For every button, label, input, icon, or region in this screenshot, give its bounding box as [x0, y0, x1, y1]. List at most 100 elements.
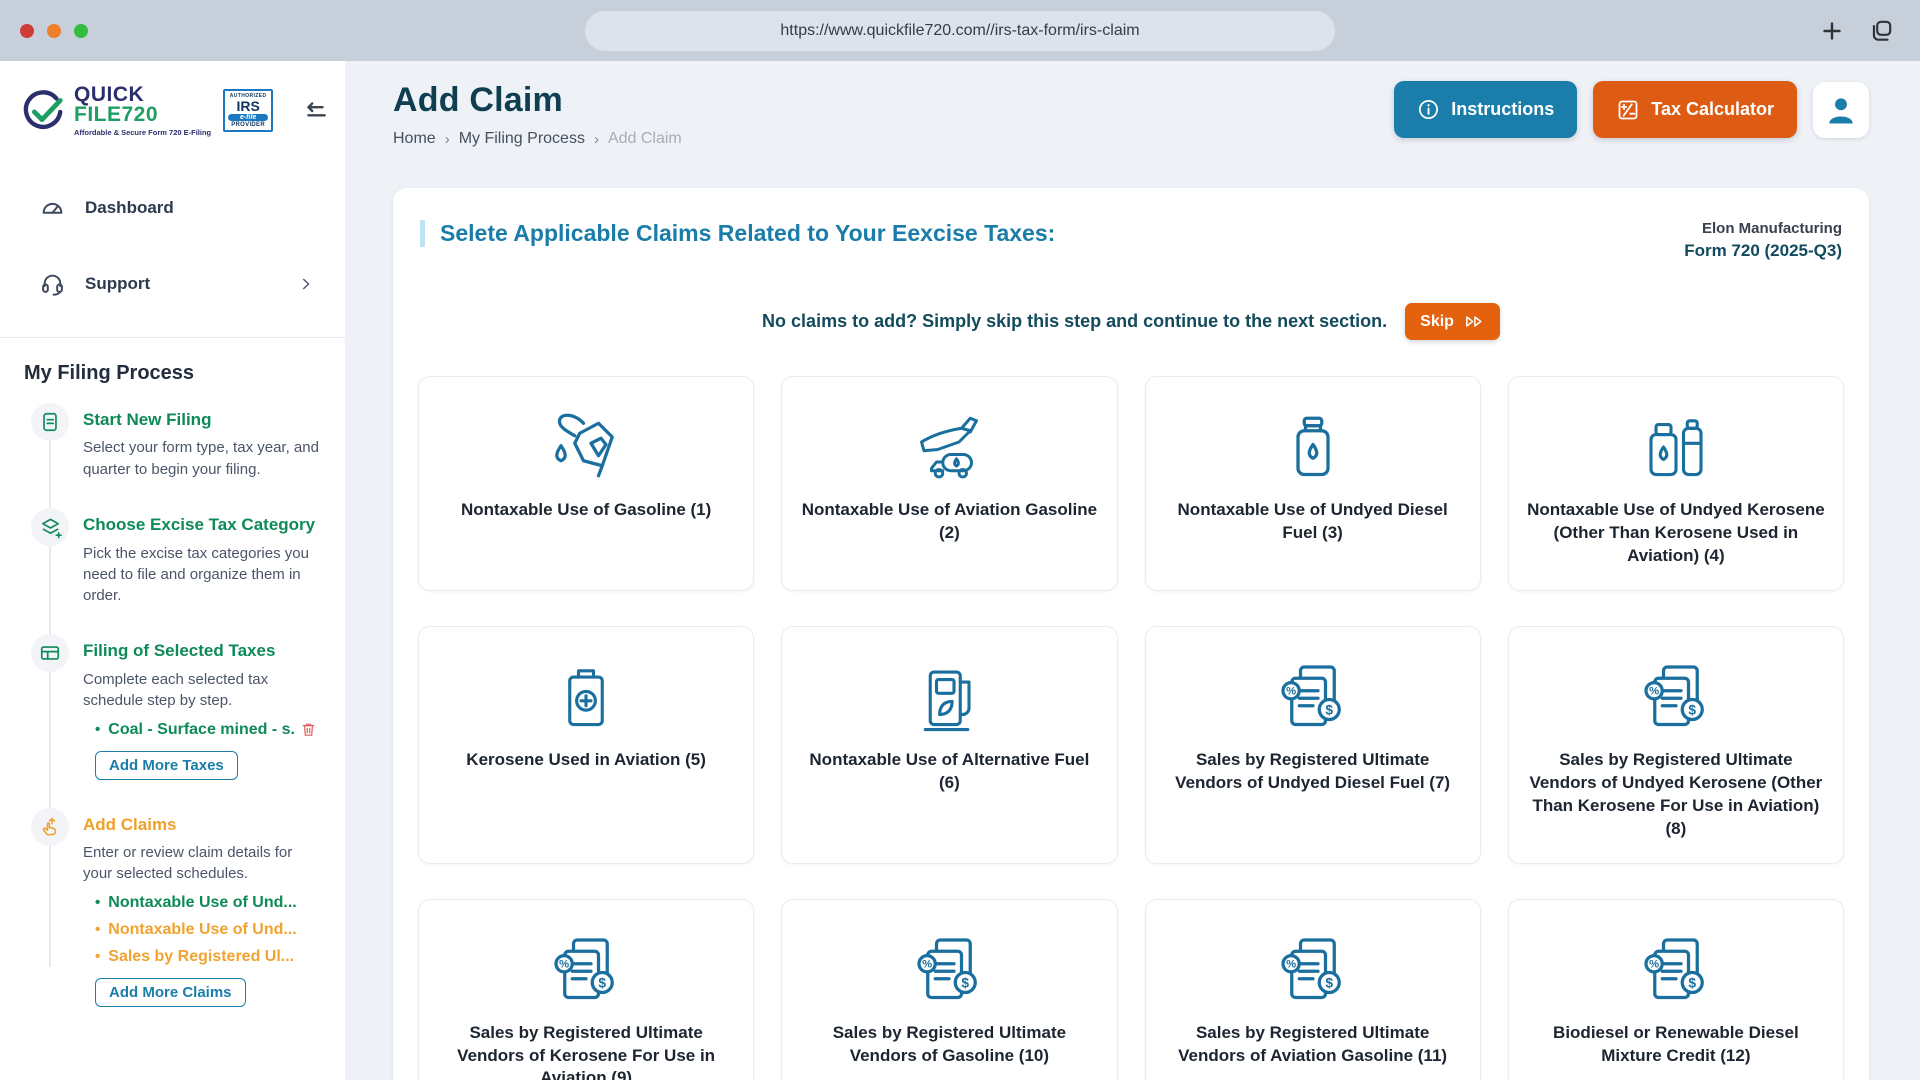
breadcrumb-home[interactable]: Home — [393, 130, 436, 148]
maximize-window-button[interactable] — [74, 23, 88, 38]
logo-tagline: Affordable & Secure Form 720 E-Filing — [74, 127, 212, 137]
info-icon — [1419, 100, 1439, 119]
claim-card-title: Nontaxable Use of Aviation Gasoline (2) — [801, 500, 1098, 542]
document-icon — [31, 402, 69, 441]
selected-tax-item[interactable]: Coal - Surface mined - s. — [95, 721, 323, 739]
claim-card-vendors-undyed-kerosene[interactable]: Sales by Registered Ultimate Vendors of … — [1507, 625, 1844, 864]
sidebar: QUICK FILE720 Affordable & Secure Form 7… — [0, 61, 345, 1080]
trash-icon[interactable] — [300, 721, 317, 738]
add-more-taxes-button[interactable]: Add More Taxes — [95, 750, 238, 780]
claim-item[interactable]: Sales by Registered Ul... — [95, 948, 323, 966]
skip-text: No claims to add? Simply skip this step … — [762, 311, 1388, 331]
instructions-label: Instructions — [1451, 99, 1555, 119]
claims-grid: Nontaxable Use of Gasoline (1) Nontaxabl… — [418, 376, 1844, 1080]
person-icon — [1829, 97, 1853, 123]
step-start-new-filing: Start New Filing Select your form type, … — [31, 402, 345, 480]
breadcrumb-my-filing-process[interactable]: My Filing Process — [459, 130, 585, 148]
panel-title: Selete Applicable Claims Related to Your… — [420, 220, 1055, 247]
page-title: Add Claim — [393, 81, 563, 119]
claim-card-vendors-kerosene-aviation[interactable]: Sales by Registered Ultimate Vendors of … — [418, 898, 755, 1080]
claims-panel: Selete Applicable Claims Related to Your… — [393, 188, 1869, 1080]
claim-card-title: Sales by Registered Ultimate Vendors of … — [1529, 749, 1823, 838]
main-content: Add Claim Home › My Filing Process › Add… — [345, 61, 1920, 1080]
step-description: Pick the excise tax categories you need … — [83, 544, 309, 605]
claim-card-title: Nontaxable Use of Alternative Fuel (6) — [809, 749, 1090, 792]
step-choose-excise-tax-category: Choose Excise Tax Category Pick the exci… — [31, 508, 345, 606]
window-controls — [20, 23, 88, 38]
sales-documents-icon — [1636, 926, 1716, 1014]
sales-documents-icon — [1636, 653, 1716, 741]
claim-hand-icon — [31, 807, 69, 846]
claim-card-vendors-gasoline[interactable]: Sales by Registered Ultimate Vendors of … — [781, 898, 1118, 1080]
close-window-button[interactable] — [20, 23, 34, 38]
plus-icon — [1823, 21, 1841, 40]
step-title[interactable]: Add Claims — [83, 815, 323, 835]
dashboard-gauge-icon — [42, 203, 63, 215]
irs-badge-efile: e-file — [228, 114, 269, 122]
breadcrumb-current: Add Claim — [607, 130, 682, 147]
sales-documents-icon — [1273, 653, 1353, 741]
logo-word-file720: FILE720 — [74, 102, 159, 126]
table-icon — [31, 634, 69, 673]
sales-documents-icon — [546, 926, 626, 1014]
instructions-button[interactable]: Instructions — [1394, 81, 1578, 138]
fast-forward-icon — [1466, 316, 1482, 327]
claim-card-title: Sales by Registered Ultimate Vendors of … — [1175, 749, 1451, 792]
layers-plus-icon — [31, 508, 69, 547]
claim-card-title: Nontaxable Use of Undyed Kerosene (Other… — [1527, 500, 1825, 565]
filing-process-steps: Start New Filing Select your form type, … — [0, 402, 345, 1007]
chevron-right-icon — [297, 275, 315, 293]
company-name: Elon Manufacturing — [1702, 220, 1842, 237]
skip-button[interactable]: Skip — [1405, 303, 1500, 340]
claim-card-aviation-gasoline[interactable]: Nontaxable Use of Aviation Gasoline (2) — [781, 376, 1118, 591]
filing-process-heading: My Filing Process — [24, 361, 195, 384]
tab-overview-button[interactable] — [1868, 18, 1894, 44]
add-more-claims-button[interactable]: Add More Claims — [95, 977, 246, 1007]
user-avatar-button[interactable] — [1813, 81, 1869, 138]
claim-card-biodiesel-mixture-credit[interactable]: Biodiesel or Renewable Diesel Mixture Cr… — [1507, 898, 1844, 1080]
claim-card-kerosene-aviation[interactable]: Kerosene Used in Aviation (5) — [418, 625, 755, 864]
step-title[interactable]: Start New Filing — [83, 410, 323, 430]
minimize-window-button[interactable] — [47, 23, 61, 38]
step-title[interactable]: Filing of Selected Taxes — [83, 641, 323, 661]
claim-card-vendors-undyed-diesel[interactable]: Sales by Registered Ultimate Vendors of … — [1144, 625, 1481, 864]
step-description: Enter or review claim details for your s… — [83, 844, 293, 883]
claim-card-title: Sales by Registered Ultimate Vendors of … — [832, 1022, 1067, 1065]
tax-calculator-label: Tax Calculator — [1651, 99, 1774, 119]
fuel-nozzle-icon — [546, 403, 626, 491]
collapse-sidebar-icon — [307, 102, 326, 117]
claim-item[interactable]: Nontaxable Use of Und... — [95, 921, 323, 939]
claim-card-title: Nontaxable Use of Gasoline (1) — [460, 500, 712, 519]
logo-text: QUICK FILE720 Affordable & Secure Form 7… — [74, 84, 212, 137]
headset-icon — [42, 275, 63, 297]
eco-fuel-pump-icon — [909, 653, 989, 741]
skip-label: Skip — [1420, 312, 1454, 330]
claim-card-undyed-kerosene[interactable]: Nontaxable Use of Undyed Kerosene (Other… — [1507, 376, 1844, 591]
claim-card-nontaxable-gasoline[interactable]: Nontaxable Use of Gasoline (1) — [418, 376, 755, 591]
sidebar-item-support[interactable]: Support — [0, 267, 345, 301]
step-description: Select your form type, tax year, and qua… — [83, 439, 319, 478]
kerosene-jugs-icon — [1636, 403, 1716, 491]
claim-card-alternative-fuel[interactable]: Nontaxable Use of Alternative Fuel (6) — [781, 625, 1118, 864]
sales-documents-icon — [1273, 926, 1353, 1014]
claim-item-label: Nontaxable Use of Und... — [108, 893, 297, 911]
sidebar-item-dashboard[interactable]: Dashboard — [0, 191, 345, 225]
irs-efile-provider-badge: AUTHORIZED IRS e-file PROVIDER — [223, 89, 274, 133]
new-tab-button[interactable] — [1820, 19, 1844, 43]
step-title[interactable]: Choose Excise Tax Category — [83, 515, 323, 535]
claim-card-undyed-diesel[interactable]: Nontaxable Use of Undyed Diesel Fuel (3) — [1144, 376, 1481, 591]
calculator-icon — [1618, 100, 1638, 119]
claim-card-vendors-aviation-gasoline[interactable]: Sales by Registered Ultimate Vendors of … — [1144, 898, 1481, 1080]
collapse-sidebar-button[interactable] — [303, 99, 329, 123]
logo-checkmark-icon — [23, 90, 63, 129]
address-bar[interactable]: https://www.quickfile720.com//irs-tax-fo… — [585, 11, 1335, 51]
claim-item-label: Nontaxable Use of Und... — [108, 920, 297, 938]
fuel-can-icon — [1273, 403, 1353, 491]
tax-calculator-button[interactable]: Tax Calculator — [1593, 81, 1797, 138]
claim-item-label: Sales by Registered Ul... — [108, 947, 295, 965]
claim-card-title: Biodiesel or Renewable Diesel Mixture Cr… — [1553, 1022, 1799, 1065]
claim-item[interactable]: Nontaxable Use of Und... — [95, 894, 323, 912]
step-add-claims: Add Claims Enter or review claim details… — [31, 807, 345, 1007]
fuel-drum-icon — [546, 653, 626, 741]
claim-card-title: Kerosene Used in Aviation (5) — [466, 749, 706, 769]
